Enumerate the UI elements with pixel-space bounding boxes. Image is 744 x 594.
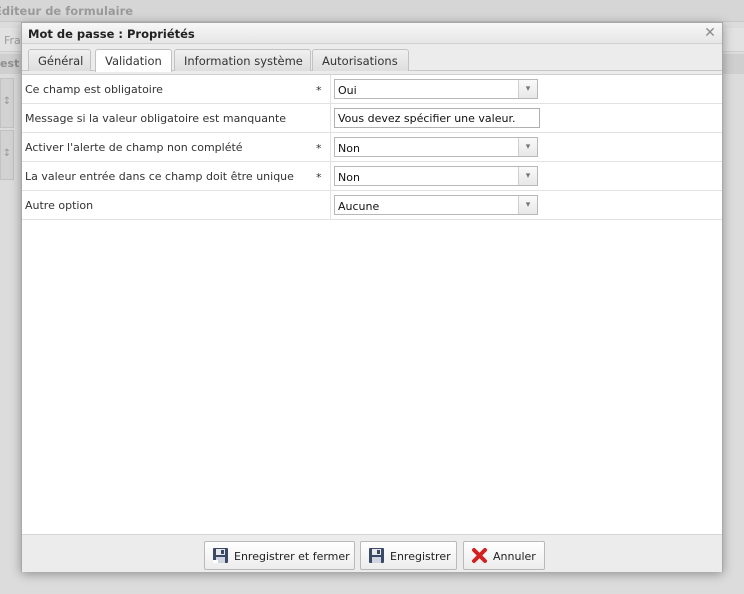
select-value: Non: [338, 171, 360, 184]
editor-title: Éditeur de formulaire: [0, 0, 744, 22]
tab-permissions[interactable]: Autorisations: [312, 49, 409, 71]
save-label: Enregistrer: [390, 550, 451, 563]
properties-dialog: Mot de passe : Propriétés ✕ Général Vali…: [21, 22, 723, 572]
property-row-missing-message: Message si la valeur obligatoire est man…: [22, 104, 722, 133]
property-row-required: Ce champ est obligatoire * Oui ▾: [22, 75, 722, 104]
select-value: Aucune: [338, 200, 380, 213]
required-marker: *: [316, 171, 322, 184]
chevron-down-icon[interactable]: ▾: [518, 196, 537, 214]
dialog-footer: Enregistrer et fermer Enregistrer Annule…: [22, 534, 722, 572]
other-option-select[interactable]: Aucune ▾: [334, 195, 538, 215]
floppy-disk-icon: [369, 548, 384, 563]
property-row-unique: La valeur entrée dans ce champ doit être…: [22, 162, 722, 191]
tab-validation[interactable]: Validation: [95, 49, 172, 72]
required-marker: *: [316, 84, 322, 97]
select-value: Oui: [338, 84, 357, 97]
property-row-other-option: Autre option Aucune ▾: [22, 191, 722, 220]
dialog-title: Mot de passe : Propriétés: [28, 27, 195, 41]
cancel-label: Annuler: [493, 550, 536, 563]
chevron-down-icon[interactable]: ▾: [518, 80, 537, 98]
drag-handle-icon: ↕: [0, 78, 14, 128]
drag-handle-icon: ↕: [0, 130, 14, 180]
property-row-incomplete-alert: Activer l'alerte de champ non complété *…: [22, 133, 722, 162]
unique-select[interactable]: Non ▾: [334, 166, 538, 186]
property-label: Activer l'alerte de champ non complété: [25, 141, 243, 154]
chevron-down-icon[interactable]: ▾: [518, 167, 537, 185]
tab-bar: Général Validation Information système A…: [22, 47, 722, 72]
property-label: Autre option: [25, 199, 94, 212]
required-select[interactable]: Oui ▾: [334, 79, 538, 99]
required-marker: *: [316, 142, 322, 155]
editor-toolbar-text: Fra: [4, 34, 21, 47]
save-close-icon: [213, 548, 228, 563]
missing-message-input[interactable]: Vous devez spécifier une valeur.: [334, 108, 540, 128]
red-x-icon: [472, 548, 487, 563]
property-label: Message si la valeur obligatoire est man…: [25, 112, 287, 125]
incomplete-alert-select[interactable]: Non ▾: [334, 137, 538, 157]
save-and-close-label: Enregistrer et fermer: [234, 550, 350, 563]
chevron-down-icon[interactable]: ▾: [518, 138, 537, 156]
save-and-close-button[interactable]: Enregistrer et fermer: [204, 541, 355, 570]
save-button[interactable]: Enregistrer: [360, 541, 457, 570]
dialog-header: Mot de passe : Propriétés ✕: [22, 23, 722, 44]
property-label: La valeur entrée dans ce champ doit être…: [25, 170, 294, 183]
tab-system-information[interactable]: Information système: [174, 49, 311, 71]
property-grid: Ce champ est obligatoire * Oui ▾ Message…: [22, 74, 722, 534]
cancel-button[interactable]: Annuler: [463, 541, 545, 570]
close-icon[interactable]: ✕: [703, 26, 717, 40]
property-label: Ce champ est obligatoire: [25, 83, 163, 96]
select-value: Non: [338, 142, 360, 155]
tab-general[interactable]: Général: [28, 49, 91, 71]
editor-section-text: est: [0, 57, 20, 70]
